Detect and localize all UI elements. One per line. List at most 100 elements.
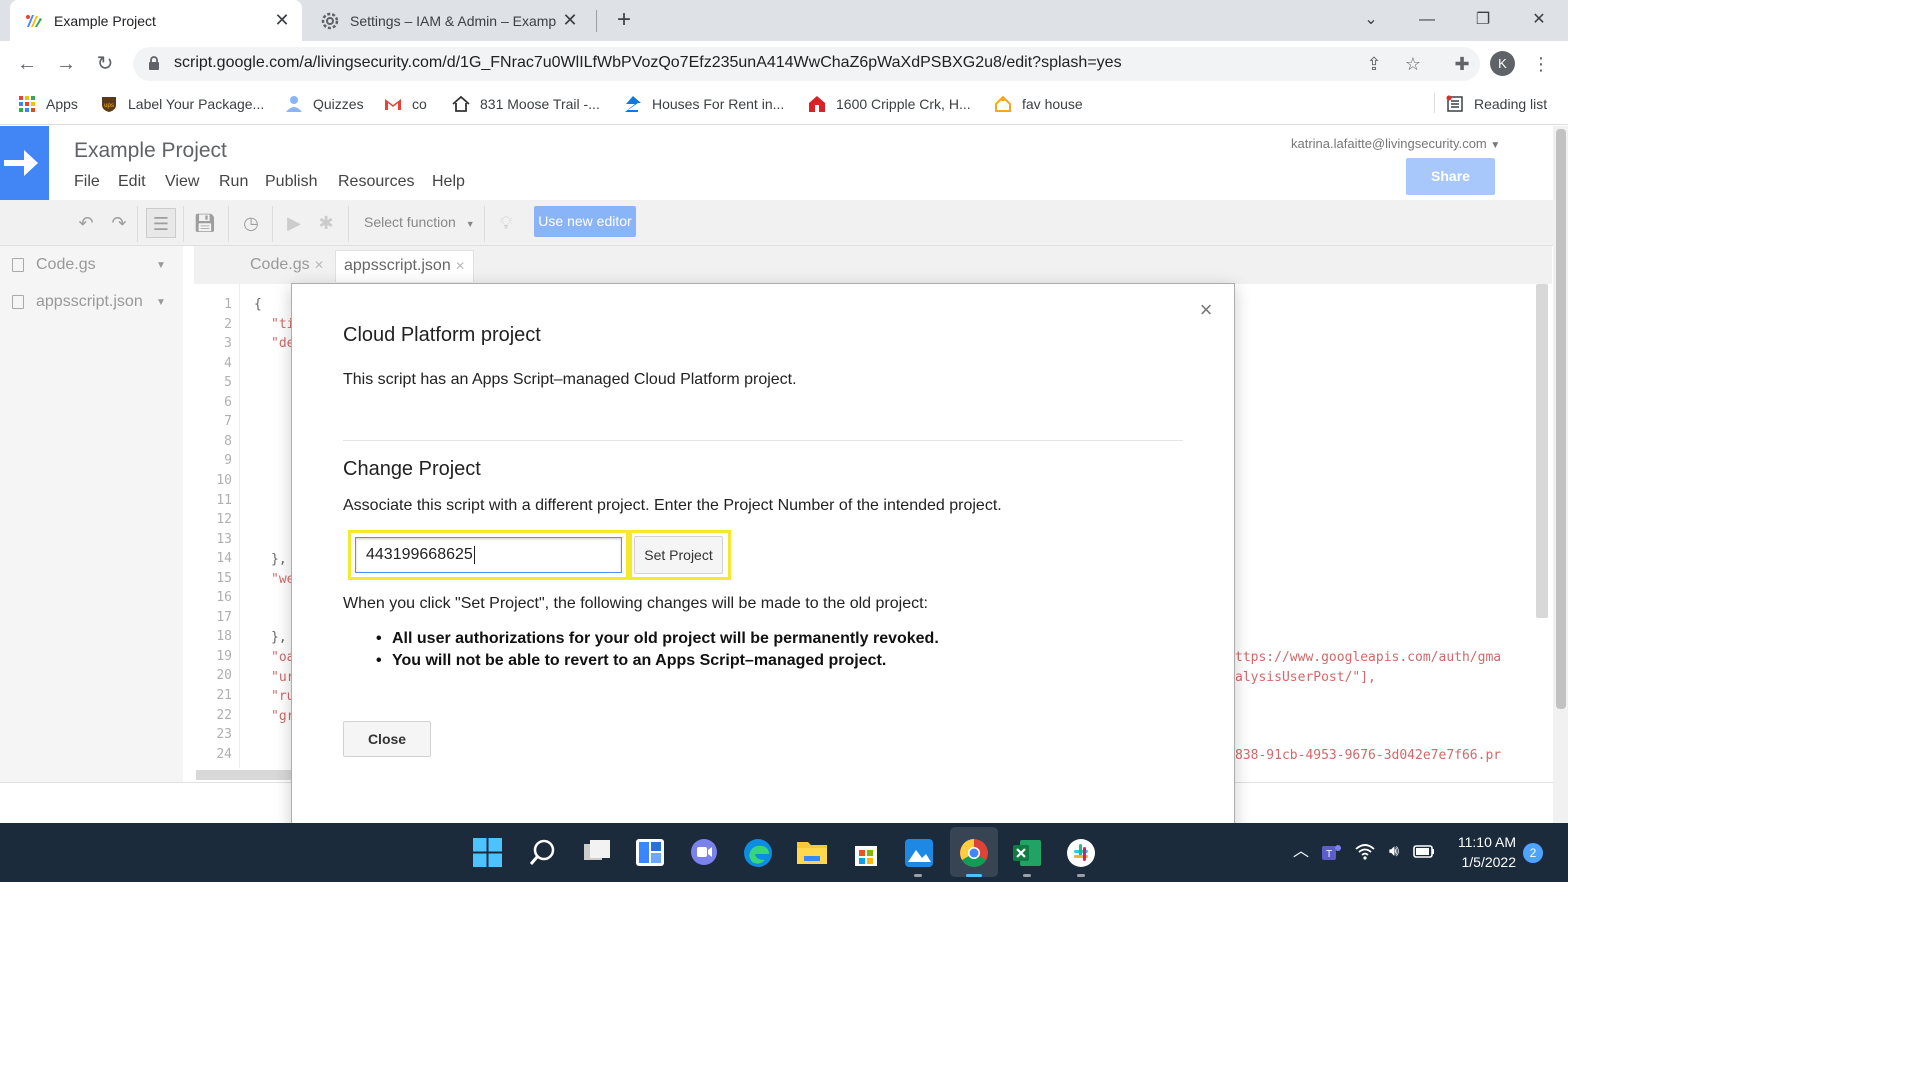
- menu-resources[interactable]: Resources: [338, 173, 414, 191]
- browser-menu-icon[interactable]: ⋮: [1532, 51, 1550, 77]
- forward-icon[interactable]: →: [53, 51, 79, 77]
- lock-icon[interactable]: [148, 56, 160, 70]
- set-project-button[interactable]: Set Project: [634, 536, 723, 574]
- code-line[interactable]: },: [271, 630, 287, 645]
- undo-icon[interactable]: ↶: [71, 208, 101, 238]
- back-icon[interactable]: ←: [14, 51, 40, 77]
- lightbulb-icon[interactable]: 💡︎: [491, 208, 521, 238]
- project-number-input[interactable]: 443199668625: [355, 537, 622, 573]
- teams-chat-icon[interactable]: [689, 838, 719, 867]
- line-number: 19: [216, 648, 232, 664]
- bookmark-label: Reading list: [1474, 96, 1548, 112]
- task-view-icon[interactable]: [582, 838, 612, 867]
- battery-icon[interactable]: [1412, 840, 1434, 864]
- code-vertical-scrollbar[interactable]: [1536, 284, 1548, 618]
- edge-icon[interactable]: [743, 838, 773, 868]
- new-tab-icon[interactable]: +: [612, 7, 636, 33]
- bookmark-star-icon[interactable]: ☆: [1402, 53, 1424, 75]
- widgets-icon[interactable]: [635, 838, 665, 867]
- restore-icon[interactable]: ❐: [1460, 8, 1506, 32]
- system-clock[interactable]: 11:10 AM 1/5/2022: [1440, 832, 1516, 872]
- close-tab-icon[interactable]: ✕: [274, 10, 290, 31]
- minimize-icon[interactable]: —: [1404, 8, 1450, 32]
- code-line[interactable]: },: [271, 552, 287, 567]
- file-item-appsscript-json[interactable]: appsscript.json: [12, 291, 143, 313]
- close-tab-icon[interactable]: ✕: [562, 10, 578, 31]
- bookmark-quizzes[interactable]: Quizzes: [285, 92, 364, 116]
- gear-icon: [321, 12, 339, 29]
- bookmark-cripple-crk[interactable]: 1600 Cripple Crk, H...: [808, 92, 971, 116]
- menu-view[interactable]: View: [165, 173, 199, 191]
- microsoft-store-icon[interactable]: [851, 838, 881, 868]
- triggers-clock-icon[interactable]: ◷: [236, 208, 266, 238]
- url-text[interactable]: script.google.com/a/livingsecurity.com/d…: [174, 54, 1122, 72]
- code-line[interactable]: alysisUserPost/"],: [1235, 670, 1376, 685]
- profile-avatar[interactable]: K: [1490, 51, 1515, 76]
- code-line[interactable]: ttps://www.googleapis.com/auth/gma: [1235, 650, 1501, 665]
- code-horizontal-scrollbar[interactable]: [196, 770, 296, 780]
- save-icon[interactable]: 💾︎: [190, 208, 220, 238]
- svg-text:T: T: [1326, 849, 1332, 860]
- notification-badge[interactable]: 2: [1523, 843, 1543, 863]
- menu-file[interactable]: File: [74, 173, 100, 191]
- use-new-editor-button[interactable]: Use new editor: [534, 206, 636, 237]
- bookmark-houses-for-rent[interactable]: Houses For Rent in...: [624, 92, 784, 116]
- line-number: 11: [216, 492, 232, 508]
- close-button[interactable]: Close: [343, 721, 431, 757]
- line-number: 17: [216, 609, 232, 625]
- line-number: 18: [216, 629, 232, 645]
- bookmark-fav-house[interactable]: fav house: [994, 92, 1083, 116]
- close-icon[interactable]: ×: [1197, 298, 1215, 322]
- close-window-icon[interactable]: ✕: [1516, 8, 1562, 32]
- menu-help[interactable]: Help: [432, 173, 465, 191]
- close-tab-icon[interactable]: ✕: [314, 258, 324, 272]
- file-item-code-gs[interactable]: Code.gs: [12, 254, 96, 276]
- wifi-icon[interactable]: [1354, 840, 1376, 864]
- file-menu-caret-icon[interactable]: ▼: [156, 297, 166, 308]
- tab-example-project[interactable]: Example Project ✕: [10, 0, 302, 41]
- photos-icon[interactable]: [904, 838, 934, 868]
- debug-bug-icon[interactable]: ✱: [311, 208, 341, 238]
- menu-run[interactable]: Run: [219, 173, 248, 191]
- reading-list[interactable]: Reading list: [1446, 92, 1547, 116]
- redo-icon[interactable]: ↷: [104, 208, 134, 238]
- bookmark-moose-trail[interactable]: 831 Moose Trail -...: [452, 92, 600, 116]
- tab-search-icon[interactable]: ⌄: [1348, 8, 1394, 32]
- tab-settings-iam[interactable]: Settings – IAM & Admin – Examp ✕: [306, 0, 590, 41]
- slack-icon[interactable]: [1066, 838, 1096, 868]
- excel-icon[interactable]: [1012, 838, 1042, 868]
- file-menu-caret-icon[interactable]: ▼: [156, 260, 166, 271]
- file-explorer-icon[interactable]: [796, 838, 828, 866]
- bookmark-gmail[interactable]: co: [384, 92, 427, 116]
- windows-start-icon[interactable]: [473, 838, 502, 867]
- apps-script-logo[interactable]: [0, 126, 49, 200]
- code-line[interactable]: 838-91cb-4953-9676-3d042e7e7f66.pr: [1235, 748, 1501, 763]
- volume-icon[interactable]: 🔊︎: [1383, 840, 1405, 864]
- extensions-icon[interactable]: ✚: [1451, 53, 1473, 75]
- menu-edit[interactable]: Edit: [118, 173, 146, 191]
- bookmark-ups[interactable]: ups Label Your Package...: [100, 92, 264, 116]
- select-function-dropdown[interactable]: Select function ▼: [364, 214, 475, 230]
- warning-item: • You will not be able to revert to an Ap…: [376, 652, 886, 670]
- run-icon[interactable]: ▶: [279, 208, 309, 238]
- bookmark-label: co: [412, 96, 427, 112]
- reload-icon[interactable]: ↻: [92, 51, 118, 77]
- menu-publish[interactable]: Publish: [265, 173, 317, 191]
- project-title[interactable]: Example Project: [74, 139, 227, 163]
- share-button[interactable]: Share: [1406, 158, 1495, 195]
- teams-tray-icon[interactable]: T: [1320, 842, 1342, 864]
- chrome-icon[interactable]: [959, 838, 989, 868]
- user-email[interactable]: katrina.lafaitte@livingsecurity.com ▼: [1291, 136, 1500, 151]
- code-line[interactable]: {: [254, 297, 262, 312]
- line-number: 10: [216, 472, 232, 488]
- share-page-icon[interactable]: ⇪: [1363, 53, 1385, 75]
- code-tab-code-gs[interactable]: Code.gs ✕: [242, 250, 332, 282]
- scrollbar-thumb[interactable]: [1556, 129, 1566, 709]
- code-tab-appsscript-json[interactable]: appsscript.json ✕: [335, 250, 475, 282]
- page-scrollbar[interactable]: [1553, 126, 1568, 823]
- close-tab-icon[interactable]: ✕: [455, 259, 465, 273]
- indent-icon[interactable]: ☰: [146, 208, 176, 238]
- search-icon[interactable]: [528, 838, 557, 867]
- bookmark-apps[interactable]: Apps: [18, 92, 78, 116]
- show-hidden-icons-chevron-icon[interactable]: ︿: [1290, 840, 1312, 864]
